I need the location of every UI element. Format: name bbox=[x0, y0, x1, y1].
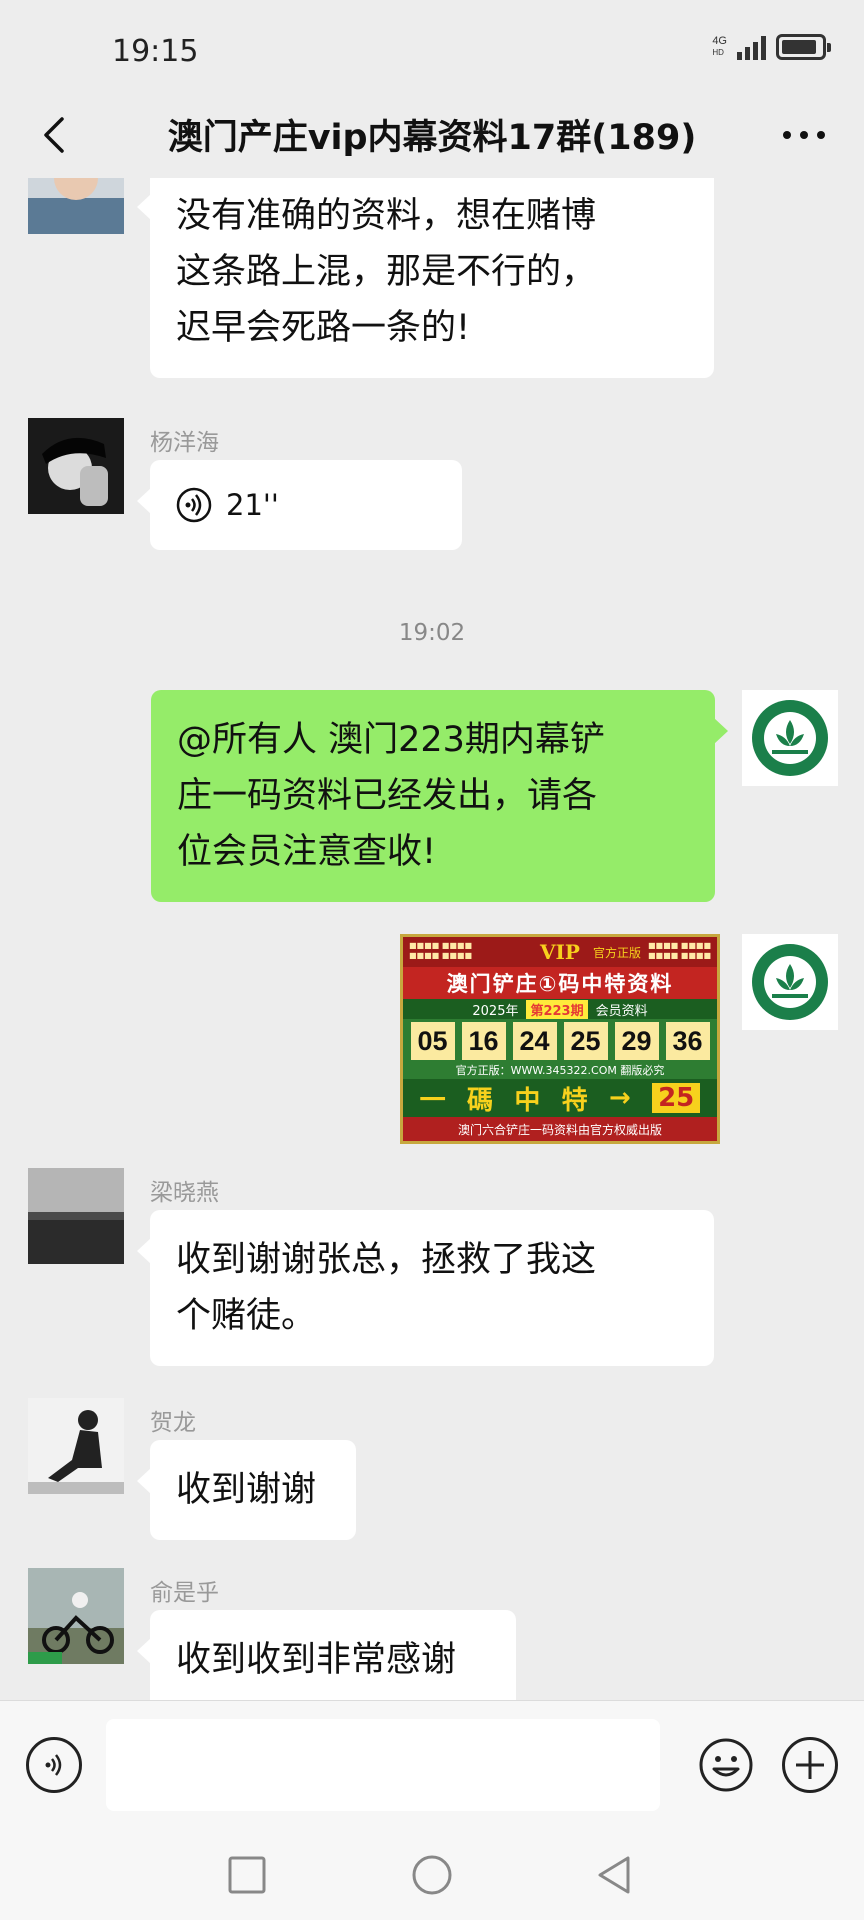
message-text: 没有准确的资料，想在赌博 这条路上混，那是不行的， 迟早会死路一条的! bbox=[176, 196, 597, 348]
more-options-button[interactable] bbox=[772, 109, 836, 161]
voice-message-bubble[interactable]: 21'' bbox=[137, 460, 462, 550]
message-text: @所有人 澳门223期内幕铲 庄一码资料已经发出，请各 位会员注意查收! bbox=[177, 720, 605, 872]
input-bar bbox=[0, 1700, 864, 1830]
chat-title: 澳门产庄vip内幕资料17群(189) bbox=[167, 118, 697, 158]
more-dots-icon bbox=[783, 131, 791, 139]
message-bubble[interactable]: 没有准确的资料，想在赌博 这条路上混，那是不行的， 迟早会死路一条的! bbox=[137, 178, 714, 378]
lottery-number: 24 bbox=[512, 1022, 557, 1060]
status-time: 19:15 bbox=[112, 34, 199, 69]
battery-icon bbox=[776, 34, 831, 60]
vip-label: VIP bbox=[540, 940, 580, 964]
card-issue: 第223期 bbox=[526, 999, 588, 1019]
battery-level bbox=[782, 40, 817, 54]
voice-icon bbox=[45, 1754, 62, 1776]
square-icon bbox=[228, 1856, 266, 1894]
emoji-button[interactable] bbox=[698, 1737, 754, 1793]
sender-name: 杨洋海 bbox=[150, 430, 219, 456]
card-footer: 澳门六合铲庄一码资料由官方权威出版 bbox=[403, 1117, 717, 1141]
lottery-number: 05 bbox=[410, 1022, 455, 1060]
plus-button[interactable] bbox=[782, 1737, 838, 1793]
status-bar: 19:15 4G HD bbox=[0, 0, 864, 100]
card-year: 2025年 bbox=[472, 1003, 519, 1019]
number-row: 05 16 24 25 29 36 bbox=[403, 1019, 717, 1063]
avatar[interactable] bbox=[28, 1568, 124, 1664]
macau-emblem-icon bbox=[742, 690, 838, 786]
circle-icon bbox=[412, 1855, 452, 1895]
message-text: 收到谢谢张总，拯救了我这 个赌徒。 bbox=[176, 1240, 597, 1336]
person-avatar-icon bbox=[28, 178, 124, 234]
silhouette-avatar-icon bbox=[28, 1398, 124, 1494]
network-sub: HD bbox=[712, 48, 724, 57]
lottery-number: 16 bbox=[461, 1022, 506, 1060]
system-navigation-bar bbox=[0, 1830, 864, 1920]
lottery-image[interactable]: ■■■■ ■■■■ ■■■■ ■■■■ VIP 官方正版 ■■■■ ■■■■ ■■■… bbox=[400, 934, 720, 1144]
message-text: 收到谢谢 bbox=[176, 1470, 317, 1510]
special-number: 25 bbox=[652, 1083, 701, 1113]
landscape-avatar-icon bbox=[28, 1168, 124, 1264]
lottery-number: 36 bbox=[665, 1022, 710, 1060]
status-icons: 4G HD bbox=[712, 34, 831, 60]
own-message-bubble[interactable]: @所有人 澳门223期内幕铲 庄一码资料已经发出，请各 位会员注意查收! bbox=[151, 690, 728, 902]
network-indicator: 4G HD bbox=[712, 36, 727, 58]
own-avatar[interactable] bbox=[742, 934, 838, 1030]
message-bubble[interactable]: 收到收到非常感谢 bbox=[137, 1610, 516, 1700]
motorbike-avatar-icon bbox=[28, 1568, 124, 1664]
avatar[interactable] bbox=[28, 1168, 124, 1264]
voice-wave-icon bbox=[176, 487, 212, 523]
special-row: 一 碼 中 特 → 25 bbox=[403, 1079, 717, 1117]
macau-emblem-icon bbox=[742, 934, 838, 1030]
sender-name: 俞是乎 bbox=[150, 1580, 219, 1606]
lottery-number: 25 bbox=[563, 1022, 608, 1060]
card-member: 会员资料 bbox=[595, 1003, 648, 1019]
message-bubble[interactable]: 收到谢谢张总，拯救了我这 个赌徒。 bbox=[137, 1210, 714, 1366]
avatar[interactable] bbox=[28, 1398, 124, 1494]
signal-icon bbox=[737, 34, 766, 60]
own-avatar[interactable] bbox=[742, 690, 838, 786]
avatar[interactable] bbox=[28, 178, 124, 234]
person-avatar-icon bbox=[28, 418, 124, 514]
sender-name: 梁晓燕 bbox=[150, 1180, 219, 1206]
chat-message-list[interactable]: 没有准确的资料，想在赌博 这条路上混，那是不行的， 迟早会死路一条的! 杨洋海 … bbox=[0, 178, 864, 1700]
card-site: 官方正版：WWW.345322.COM 翻版必究 bbox=[403, 1063, 717, 1079]
emoji-icon bbox=[699, 1738, 753, 1792]
official-label: 官方正版 bbox=[593, 946, 642, 960]
message-bubble[interactable]: 收到谢谢 bbox=[137, 1440, 356, 1540]
triangle-back-icon bbox=[598, 1856, 630, 1894]
chat-header: 澳门产庄vip内幕资料17群(189) bbox=[0, 95, 864, 175]
recent-apps-button[interactable] bbox=[224, 1852, 270, 1898]
voice-toggle-button[interactable] bbox=[26, 1737, 82, 1793]
card-title: 澳门铲庄①码中特资料 bbox=[403, 967, 717, 999]
timestamp: 19:02 bbox=[398, 620, 466, 646]
voice-duration: 21'' bbox=[226, 488, 279, 522]
message-text: 收到收到非常感谢 bbox=[176, 1640, 457, 1680]
sender-name: 贺龙 bbox=[150, 1410, 196, 1436]
network-type: 4G bbox=[712, 35, 727, 47]
system-back-button[interactable] bbox=[592, 1852, 638, 1898]
lottery-number: 29 bbox=[614, 1022, 659, 1060]
home-button[interactable] bbox=[409, 1852, 455, 1898]
avatar[interactable] bbox=[28, 418, 124, 514]
message-input[interactable] bbox=[106, 1719, 660, 1811]
